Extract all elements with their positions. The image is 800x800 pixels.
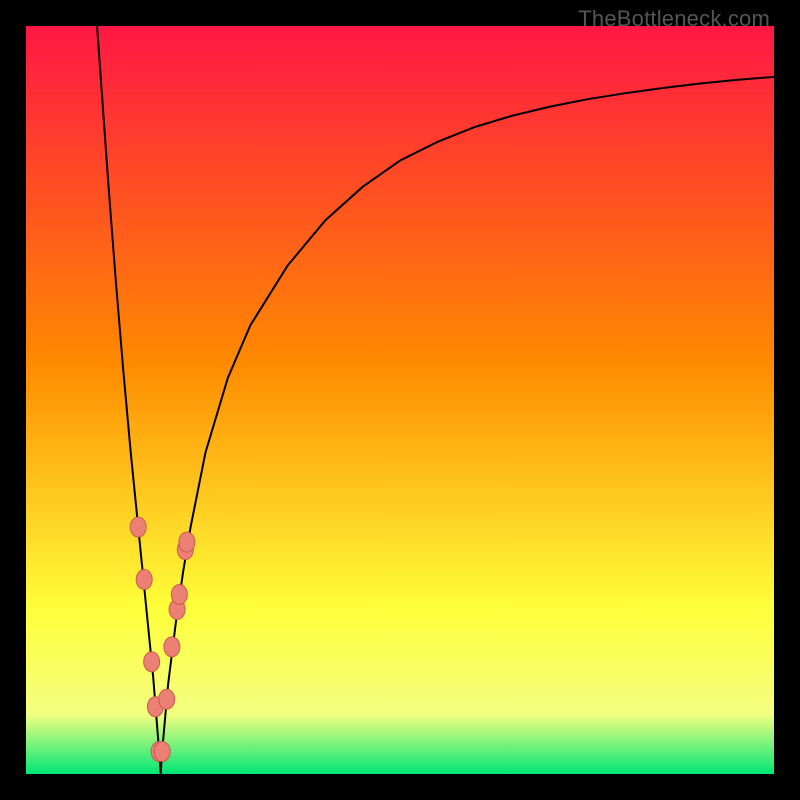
data-marker [164, 637, 180, 657]
data-marker [130, 517, 146, 537]
chart-frame: TheBottleneck.com [0, 0, 800, 800]
data-marker [171, 584, 187, 604]
data-marker [136, 570, 152, 590]
data-marker [179, 532, 195, 552]
data-marker [144, 652, 160, 672]
data-marker [154, 742, 170, 762]
gradient-background [26, 26, 774, 774]
plot-area [26, 26, 774, 774]
watermark-text: TheBottleneck.com [578, 6, 770, 32]
data-marker [159, 689, 175, 709]
bottleneck-chart [26, 26, 774, 774]
